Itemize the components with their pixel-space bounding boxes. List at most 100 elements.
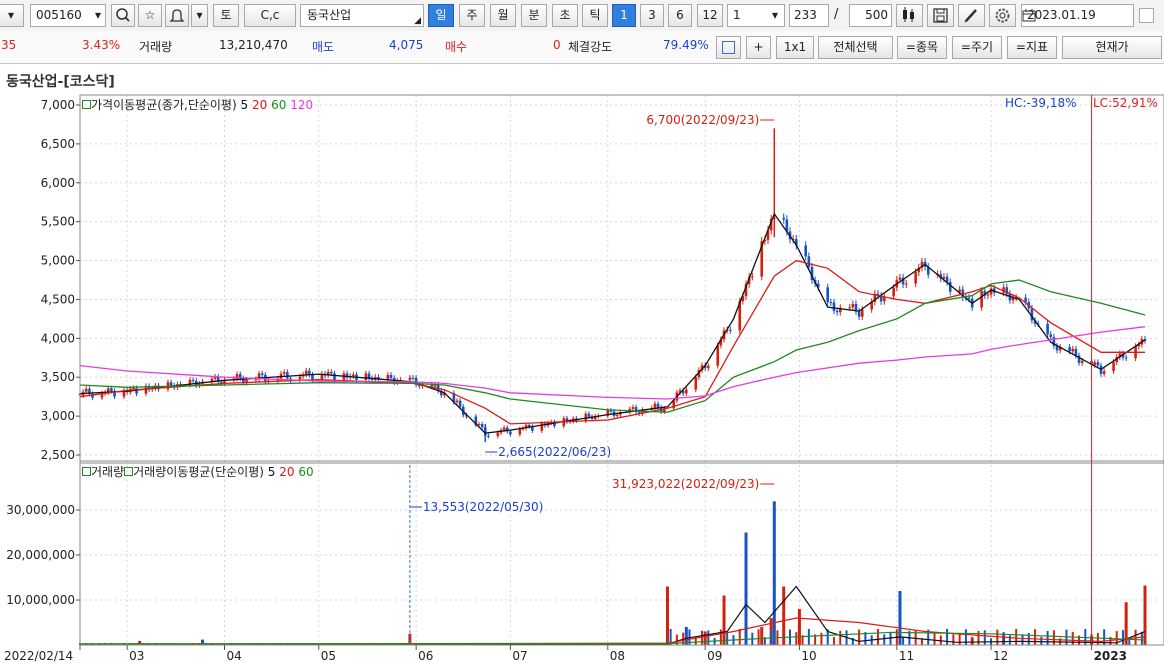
x-tick-label: 11 [899, 649, 914, 663]
candle-body [967, 297, 971, 299]
price-legend: 가격이동평균(종가,단순이평) 5 20 60 120 [82, 96, 313, 113]
candle-body [1049, 334, 1053, 337]
volume-bar-small [933, 632, 936, 645]
candle-body [352, 374, 355, 376]
candle-body [311, 374, 314, 380]
volume-bar-small [839, 630, 842, 645]
volume-bar-small [1008, 635, 1011, 645]
volume-legend: 거래량 거래량이동평균(단순이평) 5 20 60 [82, 463, 314, 480]
candle-body [980, 290, 983, 308]
candle-body [191, 379, 195, 381]
volume-bar-small [1040, 636, 1043, 645]
price-high-annotation: 6,700(2022/09/23) [646, 113, 759, 127]
candle-body [1093, 362, 1097, 366]
volume-bar-small [782, 637, 785, 645]
x-tick-label: 05 [321, 649, 336, 663]
candle-body [631, 407, 635, 409]
price-tick-label: 5,000 [41, 254, 75, 268]
volume-legend-name2: 거래량이동평균(단순이평) [133, 465, 264, 479]
candle-body [1071, 348, 1075, 352]
price-tick-label: 5,500 [41, 215, 75, 229]
price-tick-label: 3,500 [41, 370, 75, 384]
candle-body [496, 432, 500, 437]
volume-legend-name1: 거래량 [91, 465, 125, 479]
ma-line-120 [79, 326, 1146, 400]
volume-bar [760, 627, 764, 645]
volume-bar [703, 631, 707, 645]
legend-ma60: 60 [271, 98, 287, 112]
candle-body [751, 276, 754, 278]
price-tick-label: 6,500 [41, 137, 75, 151]
candle-body [527, 424, 531, 427]
volume-tick-label: 30,000,000 [6, 503, 75, 517]
volume-bar-small [889, 632, 892, 645]
lc-value: LC:52,91% [1093, 96, 1158, 110]
x-tick-label: 12 [993, 649, 1008, 663]
volume-bar-small [876, 629, 879, 645]
candle-body [826, 287, 829, 303]
candle-body [1102, 371, 1106, 374]
price-low-annotation: 2,665(2022/06/23) [498, 445, 611, 459]
candle-body [851, 303, 855, 308]
legend-ma20: 20 [251, 98, 268, 112]
price-tick-label: 6,000 [41, 176, 75, 190]
volume-bar-small [883, 634, 886, 645]
ma-line-20 [79, 259, 1145, 425]
x-tick-label: 10 [801, 649, 816, 663]
price-tick-label: 3,000 [41, 409, 75, 423]
candle-body [487, 435, 490, 437]
ma-line-5 [79, 212, 1146, 434]
x-tick-label: 09 [707, 649, 722, 663]
legend-marker-icon [124, 467, 134, 476]
volume-bar-small [1052, 630, 1055, 645]
candle-body [408, 377, 412, 380]
candle-body [132, 388, 135, 390]
candle-body [386, 374, 390, 380]
price-tick-label: 4,500 [41, 292, 75, 306]
candle-body [804, 245, 808, 257]
candle-body [807, 256, 811, 267]
price-legend-name: 가격이동평균(종가,단순이평) [91, 98, 237, 112]
volume-bar-small [807, 629, 810, 645]
candle-body [169, 382, 173, 386]
candle-body [584, 413, 588, 421]
candle-body [286, 372, 289, 379]
candle-body [1124, 357, 1128, 359]
legend-vma5: 5 [267, 465, 276, 479]
candle-body [860, 309, 864, 317]
candle-body [914, 272, 917, 284]
volume-bar-small [795, 632, 798, 645]
candle-body [254, 379, 258, 381]
candle-body [477, 424, 481, 426]
x-tick-label: 03 [129, 649, 144, 663]
candle-body [892, 287, 895, 297]
candle-body [411, 377, 415, 379]
candle-body [942, 276, 946, 279]
candle-body [716, 345, 720, 366]
x-tick-label: 2023 [1094, 649, 1127, 663]
volume-bar-small [971, 636, 974, 645]
volume-bar [782, 586, 786, 645]
volume-bar-small [952, 634, 955, 645]
candle-body [986, 294, 990, 296]
candle-body [1112, 362, 1115, 372]
candle-body [333, 373, 336, 380]
x-tick-label: 2022/02/14 [4, 649, 73, 663]
x-tick-label: 04 [227, 649, 242, 663]
volume-high-annotation: 31,923,022(2022/09/23) [612, 477, 759, 491]
volume-bar-small [1021, 634, 1024, 645]
candle-body [707, 365, 710, 369]
candle-body [653, 403, 657, 408]
candle-body [848, 307, 851, 309]
candle-body [518, 428, 522, 435]
legend-vma60: 60 [298, 465, 314, 479]
candle-body [1096, 362, 1100, 366]
candle-body [1068, 347, 1071, 352]
legend-ma120: 120 [290, 98, 314, 112]
legend-marker-icon [82, 467, 91, 476]
volume-bar-small [707, 630, 710, 645]
candle-body [330, 372, 333, 374]
candle-body [898, 277, 902, 280]
volume-bar [722, 595, 726, 645]
candle-body [367, 373, 371, 379]
